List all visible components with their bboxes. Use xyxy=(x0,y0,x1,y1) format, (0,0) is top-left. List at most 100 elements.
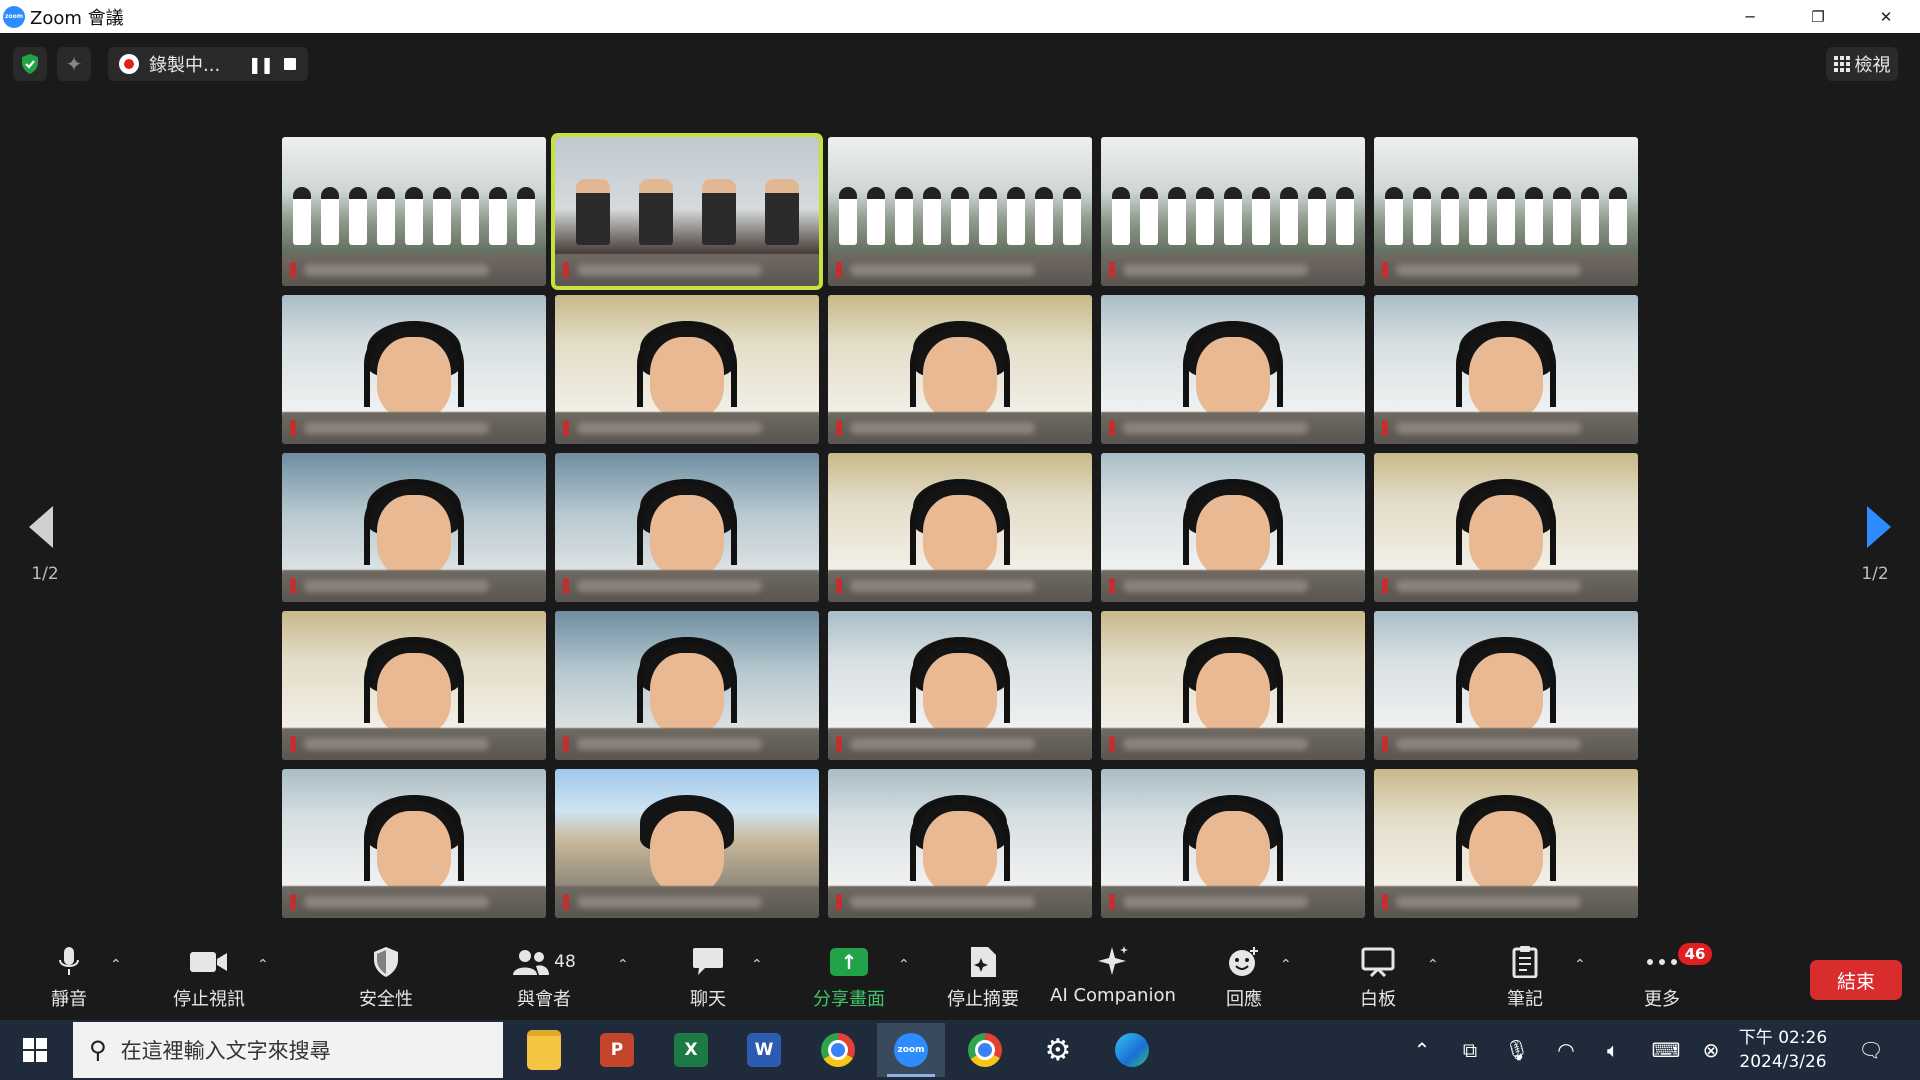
participants-icon: 48 xyxy=(512,945,576,979)
window-title: Zoom 會議 xyxy=(30,7,124,29)
video-tile[interactable] xyxy=(1101,769,1365,918)
video-tile[interactable] xyxy=(282,137,546,286)
powerpoint-icon: P xyxy=(600,1033,634,1067)
whiteboard-icon xyxy=(1361,945,1395,979)
tray-keyboard-icon[interactable]: ⌨ xyxy=(1646,1020,1686,1080)
video-tile[interactable] xyxy=(1101,611,1365,760)
muted-mic-icon xyxy=(563,420,569,436)
notes-button[interactable]: 筆記 xyxy=(1470,945,1580,1011)
video-tile[interactable] xyxy=(1101,137,1365,286)
end-meeting-button[interactable]: 結束 xyxy=(1810,960,1902,1000)
video-tile[interactable] xyxy=(555,295,819,444)
restore-button[interactable]: ❐ xyxy=(1784,0,1852,33)
muted-mic-icon xyxy=(563,736,569,752)
participants-options-caret-icon[interactable]: ⌃ xyxy=(617,957,629,973)
taskbar-search-box[interactable]: ⚲ 在這裡輸入文字來搜尋 xyxy=(73,1022,503,1078)
participant-name-redacted xyxy=(850,264,1035,276)
video-tile[interactable] xyxy=(1374,453,1638,602)
taskbar-edge[interactable] xyxy=(1098,1023,1166,1077)
video-tile[interactable] xyxy=(1101,295,1365,444)
video-tile[interactable] xyxy=(1374,295,1638,444)
tray-volume-icon[interactable]: 🔈︎ xyxy=(1593,1020,1633,1080)
pause-recording-button[interactable]: ❚❚ xyxy=(248,55,274,74)
chat-options-caret-icon[interactable]: ⌃ xyxy=(751,957,763,973)
previous-page-nav[interactable]: 1/2 xyxy=(0,460,90,590)
security-status-button[interactable] xyxy=(13,47,47,81)
taskbar-zoom[interactable]: zoom xyxy=(877,1023,945,1077)
video-tile[interactable] xyxy=(555,769,819,918)
security-label: 安全性 xyxy=(359,989,413,1010)
participant-name-redacted xyxy=(304,264,489,276)
video-tile[interactable] xyxy=(282,295,546,444)
tray-show-hidden-icons[interactable]: ⌃ xyxy=(1402,1020,1442,1080)
video-tile[interactable] xyxy=(828,137,1092,286)
video-tile[interactable] xyxy=(828,453,1092,602)
video-tile[interactable] xyxy=(1374,611,1638,760)
video-tile[interactable] xyxy=(555,453,819,602)
muted-mic-icon xyxy=(1109,736,1115,752)
close-button[interactable]: ✕ xyxy=(1852,0,1920,33)
tray-microphone-icon[interactable]: 🎙︎ xyxy=(1497,1020,1537,1080)
taskbar-chrome-2[interactable] xyxy=(951,1023,1019,1077)
stop-recording-button[interactable] xyxy=(284,58,296,70)
video-feed xyxy=(555,611,819,735)
taskbar-settings[interactable]: ⚙ xyxy=(1024,1023,1092,1077)
video-tile[interactable] xyxy=(282,453,546,602)
mute-button[interactable]: 靜音 xyxy=(14,945,124,1011)
video-tile[interactable] xyxy=(555,137,819,286)
video-feed xyxy=(828,295,1092,419)
mute-options-caret-icon[interactable]: ⌃ xyxy=(110,957,122,973)
whiteboard-options-caret-icon[interactable]: ⌃ xyxy=(1427,957,1439,973)
stop-summary-button[interactable]: 停止摘要 xyxy=(928,945,1038,1011)
video-feed xyxy=(282,769,546,893)
sparkle-icon: ✦ xyxy=(65,52,83,76)
video-feed xyxy=(1101,769,1365,893)
tray-wifi-icon[interactable]: ◠ xyxy=(1546,1020,1586,1080)
reactions-button[interactable]: 回應 xyxy=(1189,945,1299,1011)
stop-video-button[interactable]: 停止視訊 xyxy=(154,945,264,1011)
share-screen-button[interactable]: ↑ 分享畫面 xyxy=(794,945,904,1011)
video-tile[interactable] xyxy=(828,295,1092,444)
action-center-icon[interactable]: 🗨︎ xyxy=(1850,1020,1892,1080)
clock-date: 2024/3/26 xyxy=(1739,1052,1827,1072)
word-icon: W xyxy=(747,1033,781,1067)
video-feed xyxy=(555,453,819,577)
chat-button[interactable]: 聊天 xyxy=(653,945,763,1011)
tray-error-icon[interactable]: ⊗ xyxy=(1694,1020,1728,1080)
taskbar-clock[interactable]: 下午 02:26 2024/3/26 xyxy=(1728,1026,1838,1074)
arrow-right-icon[interactable] xyxy=(1867,506,1891,548)
video-tile[interactable] xyxy=(282,769,546,918)
muted-mic-icon xyxy=(1109,262,1115,278)
view-button[interactable]: 檢視 xyxy=(1826,47,1898,81)
start-button[interactable] xyxy=(0,1020,70,1080)
whiteboard-button[interactable]: 白板 xyxy=(1323,945,1433,1011)
taskbar-powerpoint[interactable]: P xyxy=(583,1023,651,1077)
share-options-caret-icon[interactable]: ⌃ xyxy=(898,957,910,973)
video-tile[interactable] xyxy=(555,611,819,760)
muted-mic-icon xyxy=(563,262,569,278)
minimize-button[interactable]: ─ xyxy=(1716,0,1784,33)
taskbar-chrome[interactable] xyxy=(804,1023,872,1077)
taskbar-file-explorer[interactable] xyxy=(510,1023,578,1077)
video-tile[interactable] xyxy=(828,611,1092,760)
recording-dot-icon xyxy=(119,54,139,74)
participants-button[interactable]: 48 與會者 xyxy=(489,945,599,1011)
arrow-left-icon[interactable] xyxy=(29,506,53,548)
security-button[interactable]: 安全性 xyxy=(331,945,441,1011)
video-options-caret-icon[interactable]: ⌃ xyxy=(257,957,269,973)
video-tile[interactable] xyxy=(828,769,1092,918)
taskbar-excel[interactable]: X xyxy=(657,1023,725,1077)
windows-taskbar: ⚲ 在這裡輸入文字來搜尋 P X W zoom ⚙ ⌃ ⧉ 🎙︎ ◠ 🔈︎ ⌨ … xyxy=(0,1020,1920,1080)
video-tile[interactable] xyxy=(1374,137,1638,286)
next-page-nav[interactable]: 1/2 xyxy=(1830,460,1920,590)
video-tile[interactable] xyxy=(1101,453,1365,602)
taskbar-word[interactable]: W xyxy=(730,1023,798,1077)
excel-icon: X xyxy=(674,1033,708,1067)
notes-options-caret-icon[interactable]: ⌃ xyxy=(1574,957,1586,973)
video-tile[interactable] xyxy=(1374,769,1638,918)
video-tile[interactable] xyxy=(282,611,546,760)
tray-camera-icon[interactable]: ⧉ xyxy=(1450,1020,1490,1080)
ai-sparkle-button[interactable]: ✦ xyxy=(57,47,91,81)
ai-companion-button[interactable]: AI Companion xyxy=(1043,945,1183,1011)
reactions-options-caret-icon[interactable]: ⌃ xyxy=(1280,957,1292,973)
